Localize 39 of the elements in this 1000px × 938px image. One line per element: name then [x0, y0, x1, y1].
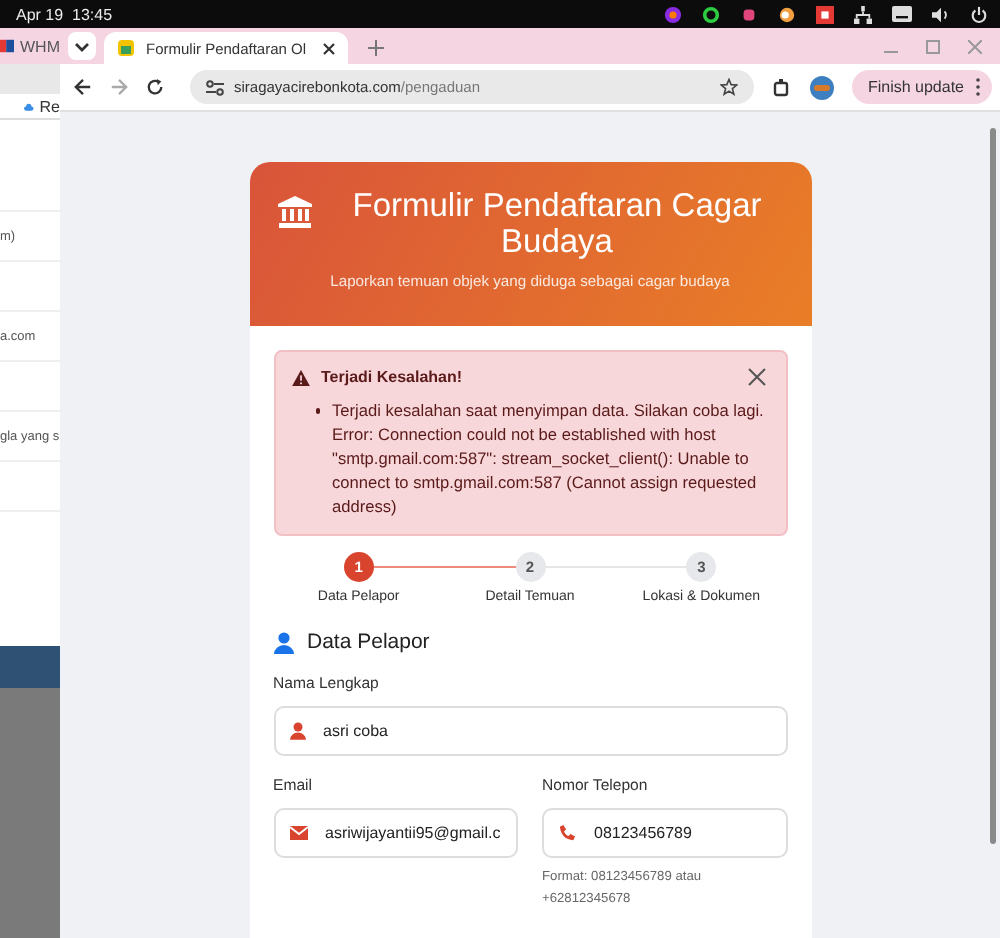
power-icon[interactable]: [970, 5, 988, 23]
close-icon[interactable]: [322, 41, 336, 55]
new-tab-icon[interactable]: [368, 40, 384, 56]
logo-icon: [0, 38, 14, 54]
navigation-bar: [0, 646, 60, 688]
envelope-icon: [289, 826, 307, 840]
profile-avatar-icon[interactable]: [809, 75, 834, 99]
network-icon[interactable]: [854, 5, 872, 23]
volume-icon[interactable]: [932, 5, 950, 23]
back-icon[interactable]: [74, 78, 92, 96]
person-icon: [273, 631, 293, 653]
section-title: Data Pelapor: [307, 630, 430, 654]
cloud-icon[interactable]: [24, 99, 34, 113]
chevron-down-icon: [74, 41, 90, 51]
clock-text: Apr 19 13:45: [16, 5, 113, 23]
input-field[interactable]: asri coba: [273, 706, 787, 756]
reload-icon[interactable]: [146, 78, 164, 96]
museum-icon: [277, 196, 311, 228]
person-icon: [289, 722, 305, 740]
warning-icon: [291, 369, 309, 385]
star-icon[interactable]: [719, 78, 738, 96]
input-field[interactable]: 08123456789: [542, 808, 787, 858]
site-settings-icon[interactable]: [206, 79, 224, 95]
bookmark-label[interactable]: Re: [39, 97, 60, 115]
error-message: Terjadi kesalahan saat menyimpan data. Silakan coba lagi. Error: Connection could not be established with host "smtp.gmail.com:587": stream_socket_client(): Unable to connect to smtp.gmail.com:587 (Cannot assign requested address): [332, 398, 765, 518]
tab-list-button[interactable]: [68, 32, 96, 60]
scrollbar[interactable]: [990, 128, 996, 844]
app-icon[interactable]: [778, 5, 796, 23]
extensions-icon[interactable]: [771, 77, 792, 97]
phone-icon: [558, 824, 576, 842]
app-icon[interactable]: [664, 5, 682, 23]
close-icon[interactable]: [747, 368, 765, 386]
app-icon[interactable]: [816, 5, 834, 23]
keyboard-icon[interactable]: [892, 6, 912, 22]
finish-update-button[interactable]: Finish update: [851, 70, 992, 104]
alert-title: Terjadi Kesalahan!: [321, 368, 463, 386]
site-logo-icon: [116, 38, 136, 58]
input-field[interactable]: asriwijayantii95@gmail.c: [273, 808, 518, 858]
form-title: Formulir Pendaftaran Cagar Budaya: [350, 188, 764, 260]
